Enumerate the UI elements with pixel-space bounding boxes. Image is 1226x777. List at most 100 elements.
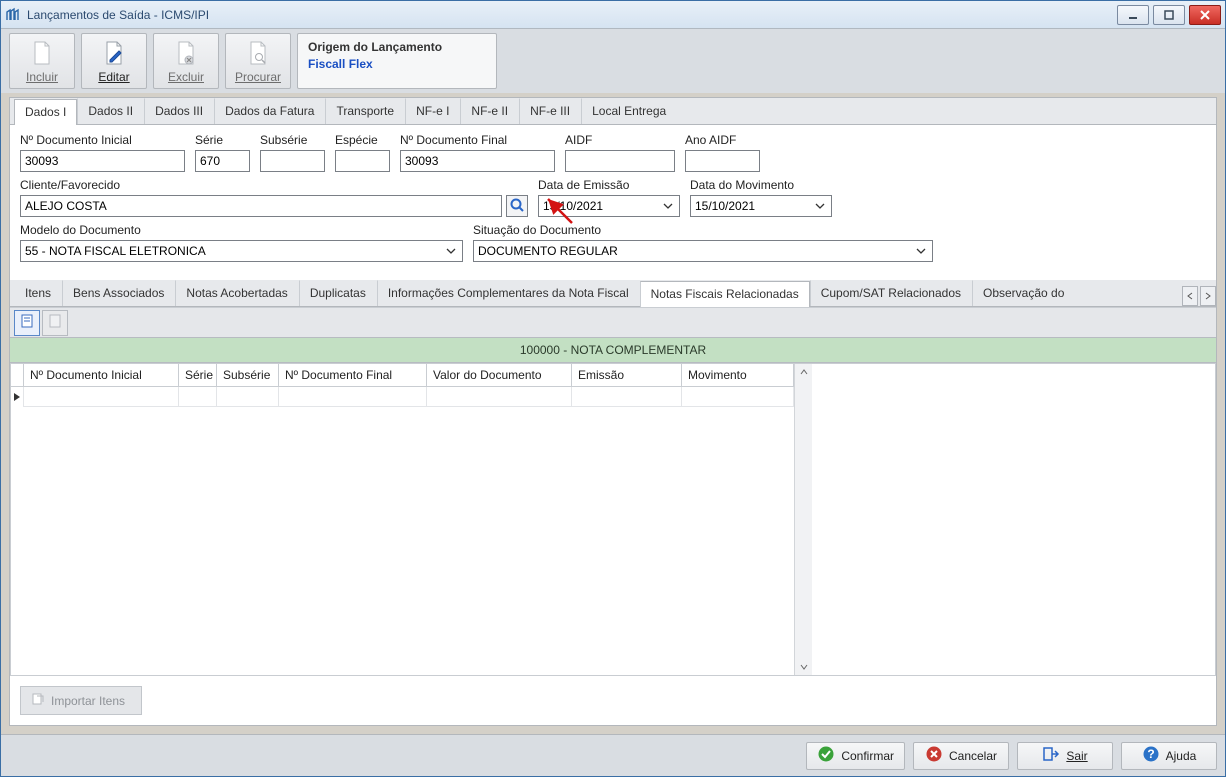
origin-box: Origem do Lançamento Fiscall Flex	[297, 33, 497, 89]
input-subserie[interactable]	[260, 150, 325, 172]
combo-data-movimento[interactable]: 15/10/2021	[690, 195, 832, 217]
combo-situacao[interactable]: DOCUMENTO REGULAR	[473, 240, 933, 262]
window-root: Lançamentos de Saída - ICMS/IPI Incluir …	[0, 0, 1226, 777]
confirmar-button[interactable]: Confirmar	[806, 742, 905, 770]
sair-button[interactable]: Sair	[1017, 742, 1113, 770]
scroll-down-icon[interactable]	[799, 662, 809, 672]
document-disabled-icon	[47, 313, 63, 332]
value-situacao: DOCUMENTO REGULAR	[478, 244, 618, 258]
importar-itens-button[interactable]: Importar Itens	[20, 686, 142, 715]
subtab-scroll-right[interactable]	[1200, 286, 1216, 306]
grid-add-button[interactable]	[14, 310, 40, 336]
close-button[interactable]	[1189, 5, 1221, 25]
tab-dados-iii[interactable]: Dados III	[144, 98, 214, 124]
cell-serie[interactable]	[179, 387, 217, 407]
chevron-down-icon	[912, 242, 930, 260]
cancel-circle-icon	[925, 745, 943, 766]
grid-col-serie[interactable]: Série	[179, 364, 217, 386]
tab-local-entrega[interactable]: Local Entrega	[581, 98, 677, 124]
maximize-button[interactable]	[1153, 5, 1185, 25]
label-especie: Espécie	[335, 133, 390, 147]
label-data-movimento: Data do Movimento	[690, 178, 832, 192]
grid-col-valor[interactable]: Valor do Documento	[427, 364, 572, 386]
form-area: Nº Documento Inicial Série Subsérie Espé…	[10, 125, 1216, 276]
confirmar-label: Confirmar	[841, 749, 894, 763]
grid-banner: 100000 - NOTA COMPLEMENTAR	[10, 337, 1216, 363]
grid-col-n-doc-inicial[interactable]: Nº Documento Inicial	[24, 364, 179, 386]
tab-dados-ii[interactable]: Dados II	[77, 98, 144, 124]
footer: Confirmar Cancelar Sair ? Ajuda	[1, 734, 1225, 776]
grid-header: Nº Documento Inicial Série Subsérie Nº D…	[11, 364, 794, 387]
subtab-bens[interactable]: Bens Associados	[62, 280, 175, 306]
subtab-itens[interactable]: Itens	[14, 280, 62, 306]
subtab-notas-relacionadas[interactable]: Notas Fiscais Relacionadas	[640, 281, 810, 307]
procurar-button[interactable]: Procurar	[225, 33, 291, 89]
grid-col-emissao[interactable]: Emissão	[572, 364, 682, 386]
tab-nfe-iii[interactable]: NF-e III	[519, 98, 581, 124]
input-n-doc-inicial[interactable]	[20, 150, 185, 172]
label-aidf: AIDF	[565, 133, 675, 147]
incluir-button[interactable]: Incluir	[9, 33, 75, 89]
excluir-button[interactable]: Excluir	[153, 33, 219, 89]
tab-dados-fatura[interactable]: Dados da Fatura	[214, 98, 325, 124]
subtab-observacao[interactable]: Observação do	[972, 280, 1075, 306]
origin-value: Fiscall Flex	[308, 57, 486, 71]
excluir-label: Excluir	[168, 70, 204, 84]
document-edit-icon	[102, 39, 126, 67]
subtab-cupom-sat[interactable]: Cupom/SAT Relacionados	[810, 280, 972, 306]
lookup-cliente-button[interactable]	[506, 195, 528, 217]
scroll-up-icon[interactable]	[799, 367, 809, 377]
subtab-duplicatas[interactable]: Duplicatas	[299, 280, 377, 306]
value-modelo: 55 - NOTA FISCAL ELETRONICA	[25, 244, 206, 258]
input-aidf[interactable]	[565, 150, 675, 172]
ajuda-button[interactable]: ? Ajuda	[1121, 742, 1217, 770]
tab-transporte[interactable]: Transporte	[325, 98, 405, 124]
grid-col-subserie[interactable]: Subsérie	[217, 364, 279, 386]
cell-movimento[interactable]	[682, 387, 794, 407]
subtab-notas-acobertadas[interactable]: Notas Acobertadas	[175, 280, 298, 306]
cell-n-doc-inicial[interactable]	[24, 387, 179, 407]
ajuda-label: Ajuda	[1166, 749, 1197, 763]
minimize-button[interactable]	[1117, 5, 1149, 25]
cell-n-doc-final[interactable]	[279, 387, 427, 407]
titlebar: Lançamentos de Saída - ICMS/IPI	[1, 1, 1225, 29]
input-especie[interactable]	[335, 150, 390, 172]
label-serie: Série	[195, 133, 250, 147]
editar-button[interactable]: Editar	[81, 33, 147, 89]
document-delete-icon	[174, 39, 198, 67]
cell-subserie[interactable]	[217, 387, 279, 407]
cancelar-button[interactable]: Cancelar	[913, 742, 1009, 770]
tab-nfe-i[interactable]: NF-e I	[405, 98, 460, 124]
import-bar: Importar Itens	[10, 676, 1216, 725]
tab-nfe-ii[interactable]: NF-e II	[460, 98, 519, 124]
document-search-icon	[246, 39, 270, 67]
input-serie[interactable]	[195, 150, 250, 172]
combo-modelo[interactable]: 55 - NOTA FISCAL ELETRONICA	[20, 240, 463, 262]
importar-itens-label: Importar Itens	[51, 694, 125, 708]
cell-emissao[interactable]	[572, 387, 682, 407]
chevron-down-icon	[659, 197, 677, 215]
grid-row[interactable]	[11, 387, 794, 407]
grid: Nº Documento Inicial Série Subsérie Nº D…	[10, 363, 1216, 676]
import-icon	[31, 692, 45, 709]
exit-icon	[1042, 745, 1060, 766]
tab-dados-i[interactable]: Dados I	[14, 99, 77, 125]
grid-remove-button[interactable]	[42, 310, 68, 336]
subtab-info-complementares[interactable]: Informações Complementares da Nota Fisca…	[377, 280, 640, 306]
cell-valor[interactable]	[427, 387, 572, 407]
help-circle-icon: ?	[1142, 745, 1160, 766]
document-new-icon	[30, 39, 54, 67]
input-cliente[interactable]	[20, 195, 502, 217]
input-n-doc-final[interactable]	[400, 150, 555, 172]
input-ano-aidf[interactable]	[685, 150, 760, 172]
grid-body[interactable]	[11, 387, 794, 407]
grid-vertical-scrollbar[interactable]	[794, 364, 812, 675]
grid-col-n-doc-final[interactable]: Nº Documento Final	[279, 364, 427, 386]
label-n-doc-final: Nº Documento Final	[400, 133, 555, 147]
check-circle-icon	[817, 745, 835, 766]
subtab-scroll-left[interactable]	[1182, 286, 1198, 306]
svg-text:?: ?	[1147, 747, 1154, 761]
combo-data-emissao[interactable]: 15/10/2021	[538, 195, 680, 217]
cancelar-label: Cancelar	[949, 749, 997, 763]
grid-col-movimento[interactable]: Movimento	[682, 364, 794, 386]
